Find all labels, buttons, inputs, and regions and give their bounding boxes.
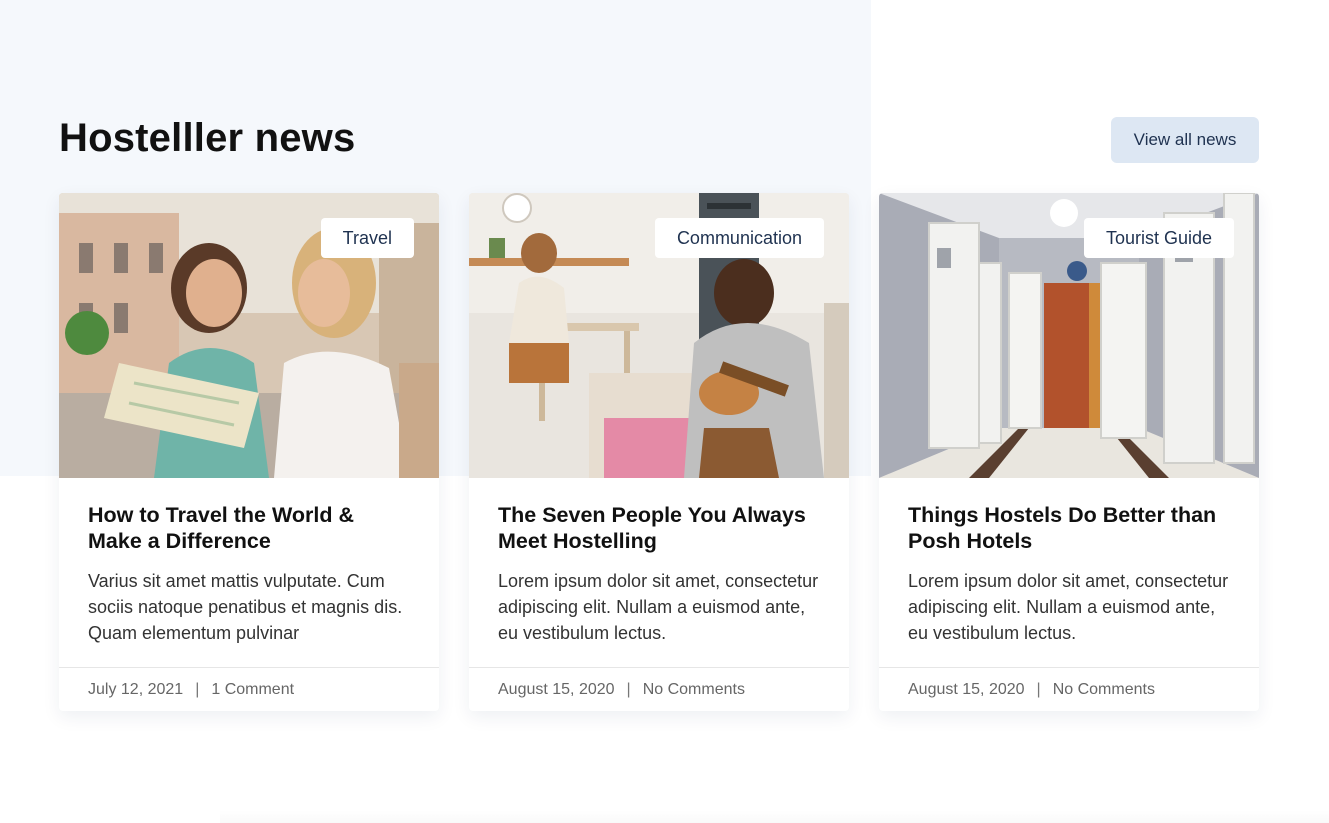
meta-separator: |	[626, 680, 631, 698]
card-meta: July 12, 2021 | 1 Comment	[59, 667, 439, 711]
card-date: July 12, 2021	[88, 680, 184, 698]
card-category-badge[interactable]: Tourist Guide	[1083, 218, 1234, 258]
card-excerpt: Varius sit amet mattis vulputate. Cum so…	[88, 571, 403, 643]
card-meta: August 15, 2020 | No Comments	[469, 667, 849, 711]
card-title[interactable]: Things Hostels Do Better than Posh Hotel…	[908, 502, 1230, 554]
news-card-list: Travel How to Travel the World & Make a …	[59, 193, 1259, 711]
card-meta: August 15, 2020 | No Comments	[879, 667, 1259, 711]
news-card[interactable]: Travel How to Travel the World & Make a …	[59, 193, 439, 711]
card-image-tourist-guide[interactable]: Tourist Guide	[879, 193, 1259, 478]
card-comments-link[interactable]: 1 Comment	[211, 681, 294, 699]
card-date: August 15, 2020	[498, 680, 615, 698]
card-image-communication[interactable]: Communication	[469, 193, 849, 478]
card-title[interactable]: The Seven People You Always Meet Hostell…	[498, 502, 820, 554]
card-excerpt: Lorem ipsum dolor sit amet, consectetur …	[908, 571, 1229, 643]
card-comments-link[interactable]: No Comments	[643, 681, 745, 699]
card-comments-link[interactable]: No Comments	[1053, 681, 1155, 699]
card-excerpt: Lorem ipsum dolor sit amet, consectetur …	[498, 571, 819, 643]
next-section-edge	[220, 810, 1329, 823]
news-card[interactable]: Communication The Seven People You Alway…	[469, 193, 849, 711]
card-category-badge[interactable]: Travel	[320, 218, 414, 258]
meta-separator: |	[195, 680, 200, 698]
meta-separator: |	[1036, 680, 1041, 698]
view-all-news-button[interactable]: View all news	[1111, 117, 1259, 163]
card-image-travel[interactable]: Travel	[59, 193, 439, 478]
card-category-badge[interactable]: Communication	[654, 218, 824, 258]
news-card[interactable]: Tourist Guide Things Hostels Do Better t…	[879, 193, 1259, 711]
section-title: Hostelller news	[59, 116, 356, 160]
card-date: August 15, 2020	[908, 680, 1025, 698]
card-title[interactable]: How to Travel the World & Make a Differe…	[88, 502, 410, 554]
